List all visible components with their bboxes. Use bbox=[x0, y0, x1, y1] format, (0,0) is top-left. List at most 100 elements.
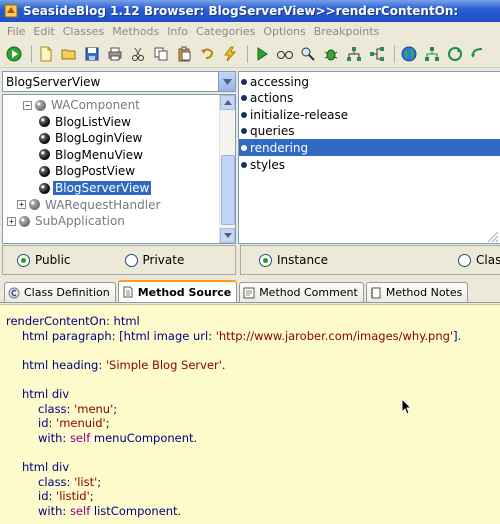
chevron-down-icon[interactable] bbox=[218, 72, 235, 91]
tree-item[interactable]: BlogListView bbox=[39, 114, 133, 130]
menu-item-info[interactable]: Info bbox=[163, 25, 192, 38]
code-token: html heading: bbox=[22, 357, 106, 372]
protocol-item-rendering[interactable]: rendering bbox=[239, 139, 500, 157]
code-token: self bbox=[69, 503, 91, 518]
radio-instance[interactable]: Instance bbox=[259, 253, 328, 267]
tab-class-definition[interactable]: Class Definition bbox=[4, 282, 116, 302]
menu-item-file[interactable]: File bbox=[3, 25, 29, 38]
tree-item[interactable]: + WARequestHandler bbox=[17, 197, 162, 213]
tree-item[interactable]: BlogMenuView bbox=[39, 147, 145, 163]
radio-circle[interactable] bbox=[259, 253, 272, 267]
back-icon[interactable] bbox=[468, 43, 488, 65]
refresh-icon[interactable] bbox=[445, 43, 465, 65]
code-token: listComponent. bbox=[90, 503, 182, 518]
protocol-bullet-icon bbox=[241, 161, 247, 168]
save-icon[interactable] bbox=[82, 43, 102, 65]
tab-method-comment[interactable]: Method Comment bbox=[239, 282, 364, 302]
glasses-icon[interactable] bbox=[275, 43, 295, 65]
radio-public[interactable]: Public bbox=[17, 253, 71, 267]
code-token: 'Simple Blog Server' bbox=[105, 357, 222, 372]
radio-circle[interactable] bbox=[458, 253, 472, 267]
tab-method-source[interactable]: Method Source bbox=[117, 280, 238, 302]
code-line: html div bbox=[22, 386, 69, 402]
globe-icon[interactable] bbox=[399, 43, 419, 65]
scroll-down-arrow-icon[interactable] bbox=[220, 228, 235, 243]
comment-icon bbox=[243, 287, 255, 299]
hierarchy-icon[interactable] bbox=[344, 43, 364, 65]
radio-circle[interactable] bbox=[17, 253, 30, 267]
lightning-icon[interactable] bbox=[220, 43, 240, 65]
open-folder-icon[interactable] bbox=[59, 43, 79, 65]
tab-method-notes[interactable]: Method Notes bbox=[365, 282, 469, 302]
code-token: html div bbox=[22, 387, 70, 401]
menu-item-options[interactable]: Options bbox=[259, 25, 309, 38]
document-icon bbox=[122, 286, 134, 298]
paste-icon[interactable] bbox=[174, 43, 194, 65]
bug-icon[interactable] bbox=[321, 43, 341, 65]
protocol-item-accessing[interactable]: accessing bbox=[239, 73, 500, 90]
protocol-label: rendering bbox=[250, 140, 309, 155]
cut-icon[interactable] bbox=[128, 43, 148, 65]
class-bullet-icon bbox=[39, 165, 50, 177]
tree-scrollbar[interactable] bbox=[219, 95, 235, 243]
hierarchy2-icon[interactable] bbox=[367, 43, 387, 65]
protocol-list: accessing actions initialize-release querie… bbox=[238, 71, 500, 244]
code-token: menuComponent. bbox=[90, 430, 198, 445]
scroll-up-arrow-icon[interactable] bbox=[220, 95, 235, 110]
code-line: renderContentOn: html bbox=[6, 313, 140, 329]
collapse-icon[interactable]: − bbox=[23, 100, 32, 110]
class-bullet-icon bbox=[39, 149, 50, 161]
source-tabs: Class Definition Method Source Method Co… bbox=[0, 280, 500, 303]
protocol-bullet-icon bbox=[241, 78, 247, 85]
tree-item-label: WAComponent bbox=[51, 98, 140, 112]
scroll-thumb[interactable] bbox=[221, 155, 235, 225]
method-source-editor[interactable]: renderContentOn: html html paragraph: [ht… bbox=[0, 304, 500, 524]
radio-class[interactable]: Clas bbox=[458, 253, 500, 267]
protocol-item-queries[interactable]: queries bbox=[239, 123, 500, 140]
radio-private[interactable]: Private bbox=[124, 253, 185, 267]
menu-item-edit[interactable]: Edit bbox=[29, 25, 58, 38]
radio-instance-label: Instance bbox=[277, 253, 329, 267]
protocol-item-initialize-release[interactable]: initialize-release bbox=[239, 106, 500, 123]
tree-item-label: BlogPostView bbox=[55, 164, 136, 179]
protocol-bullet-icon bbox=[241, 111, 247, 118]
protocol-item-styles[interactable]: styles bbox=[239, 156, 500, 173]
protocol-bullet-icon bbox=[241, 144, 247, 151]
code-token: html paragraph: [html image url: bbox=[22, 328, 216, 343]
tree-item[interactable]: BlogLoginView bbox=[39, 130, 144, 146]
tree-item[interactable]: BlogPostView bbox=[39, 163, 137, 179]
print-icon[interactable] bbox=[105, 43, 125, 65]
play-icon[interactable] bbox=[252, 43, 272, 65]
run-icon[interactable] bbox=[4, 43, 24, 65]
protocol-item-actions[interactable]: actions bbox=[239, 90, 500, 107]
code-line: id: 'menuid'; bbox=[38, 415, 110, 431]
code-token: class: bbox=[38, 474, 75, 489]
tree-icon[interactable] bbox=[422, 43, 442, 65]
menu-item-categories[interactable]: Categories bbox=[192, 25, 259, 38]
tree-item[interactable]: BlogServerView bbox=[39, 180, 152, 196]
expand-icon[interactable]: + bbox=[17, 200, 26, 210]
side-radio-group: Instance Clas bbox=[240, 245, 500, 275]
code-token: 'list' bbox=[74, 474, 98, 489]
expand-icon[interactable]: + bbox=[7, 216, 16, 226]
tree-item[interactable]: + SubApplication bbox=[7, 213, 127, 229]
radio-class-label: Clas bbox=[476, 253, 500, 267]
code-token: renderContentOn: html bbox=[6, 314, 140, 328]
radio-private-label: Private bbox=[142, 253, 185, 267]
new-page-icon[interactable] bbox=[36, 43, 56, 65]
copy-icon[interactable] bbox=[151, 43, 171, 65]
undo-icon[interactable] bbox=[197, 43, 217, 65]
code-token: id: bbox=[38, 489, 57, 504]
menu-item-classes[interactable]: Classes bbox=[59, 25, 108, 38]
tree-item-label: WARequestHandler bbox=[45, 197, 161, 212]
class-combo[interactable]: BlogServerView bbox=[2, 71, 236, 92]
class-bullet-icon bbox=[35, 99, 46, 111]
tree-item[interactable]: − WAComponent bbox=[23, 97, 142, 113]
tree-item-label: BlogListView bbox=[55, 114, 131, 129]
tree-item-label: BlogServerView bbox=[53, 181, 152, 195]
menu-item-methods[interactable]: Methods bbox=[108, 25, 163, 38]
magnifier-icon[interactable] bbox=[298, 43, 318, 65]
code-token: . bbox=[221, 357, 226, 372]
menu-item-breakpoints[interactable]: Breakpoints bbox=[310, 25, 384, 38]
radio-circle[interactable] bbox=[124, 253, 138, 267]
